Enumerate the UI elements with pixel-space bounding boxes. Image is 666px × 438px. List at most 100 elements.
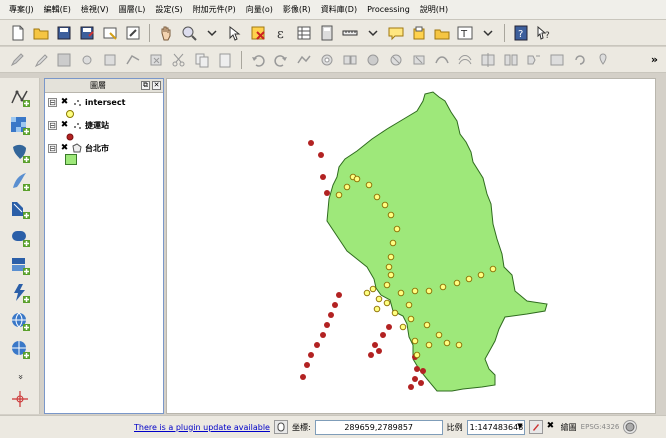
add-raster-layer-button[interactable] — [8, 114, 32, 136]
delete-selected-button[interactable] — [146, 50, 166, 70]
menu-view[interactable]: 檢視(V) — [76, 0, 114, 20]
delete-ring-button[interactable] — [386, 50, 406, 70]
map-canvas[interactable] — [166, 78, 656, 414]
intersect-point[interactable] — [335, 191, 343, 199]
layer-expander[interactable]: ⊟ — [48, 97, 57, 107]
intersect-point[interactable] — [343, 183, 351, 191]
layer-visibility-checkbox[interactable]: ✖ — [60, 97, 69, 107]
intersect-point[interactable] — [365, 181, 373, 189]
mrt-station-point[interactable] — [420, 368, 426, 374]
mrt-station-point[interactable] — [324, 322, 330, 328]
menu-database[interactable]: 資料庫(D) — [316, 0, 362, 20]
field-calculator-button[interactable]: ε — [271, 23, 291, 43]
split-features-button[interactable] — [478, 50, 498, 70]
intersect-point[interactable] — [363, 289, 371, 297]
mrt-station-point[interactable] — [386, 324, 392, 330]
add-postgis-layer-button[interactable] — [8, 142, 32, 164]
intersect-point[interactable] — [385, 263, 393, 271]
mrt-station-point[interactable] — [376, 348, 382, 354]
mrt-station-point[interactable] — [324, 190, 330, 196]
intersect-point[interactable] — [407, 315, 415, 323]
intersect-point[interactable] — [369, 285, 377, 293]
pin-labels-button[interactable] — [593, 50, 613, 70]
new-project-button[interactable] — [8, 23, 28, 43]
intersect-point[interactable] — [375, 295, 383, 303]
intersect-point[interactable] — [391, 309, 399, 317]
measure-button[interactable] — [340, 23, 360, 43]
zoom-in-button[interactable] — [179, 23, 199, 43]
intersect-point[interactable] — [373, 193, 381, 201]
layer-expander[interactable]: ⊟ — [48, 120, 57, 130]
mrt-station-point[interactable] — [412, 376, 418, 382]
taipei-city-polygon[interactable] — [326, 91, 548, 392]
mrt-station-point[interactable] — [414, 366, 420, 372]
intersect-point[interactable] — [387, 271, 395, 279]
intersect-point[interactable] — [353, 175, 361, 183]
intersect-point[interactable] — [425, 341, 433, 349]
fill-ring-button[interactable] — [363, 50, 383, 70]
add-wcs-layer-button[interactable] — [8, 282, 32, 304]
menu-layer[interactable]: 圖層(L) — [114, 0, 151, 20]
mrt-station-point[interactable] — [408, 384, 414, 390]
map-view[interactable] — [167, 79, 656, 414]
mrt-station-point[interactable] — [308, 352, 314, 358]
mrt-station-point[interactable] — [336, 292, 342, 298]
reshape-feature-button[interactable] — [432, 50, 452, 70]
menu-vector[interactable]: 向量(o) — [241, 0, 278, 20]
layer-visibility-checkbox[interactable]: ✖ — [60, 143, 69, 153]
intersect-point[interactable] — [425, 287, 433, 295]
undo-button[interactable] — [248, 50, 268, 70]
crs-status-button[interactable] — [623, 420, 638, 434]
intersect-point[interactable] — [381, 201, 389, 209]
whats-this-button[interactable]: ? — [534, 23, 554, 43]
map-tips-button[interactable] — [386, 23, 406, 43]
split-parts-button[interactable] — [501, 50, 521, 70]
mrt-station-point[interactable] — [320, 332, 326, 338]
show-bookmarks-button[interactable] — [432, 23, 452, 43]
new-print-composer-button[interactable] — [100, 23, 120, 43]
save-as-button[interactable] — [77, 23, 97, 43]
save-project-button[interactable] — [54, 23, 74, 43]
mrt-station-point[interactable] — [308, 140, 314, 146]
intersect-point[interactable] — [387, 253, 395, 261]
composer-manager-button[interactable] — [123, 23, 143, 43]
layer-expander[interactable]: ⊟ — [48, 143, 57, 153]
intersect-point[interactable] — [383, 299, 391, 307]
menu-plugins[interactable]: 附加元件(P) — [188, 0, 241, 20]
panel-float-button[interactable]: ⧉ — [141, 81, 150, 90]
add-spatialite-layer-button[interactable] — [8, 170, 32, 192]
panel-close-button[interactable]: ✕ — [152, 81, 161, 90]
mrt-station-point[interactable] — [372, 342, 378, 348]
add-wfs-layer-button[interactable] — [8, 310, 32, 332]
mrt-station-point[interactable] — [300, 374, 306, 380]
redo-button[interactable] — [271, 50, 291, 70]
zoom-dropdown-button[interactable] — [202, 23, 222, 43]
intersect-point[interactable] — [477, 271, 485, 279]
crs-label[interactable]: EPSG:4326 — [581, 423, 620, 431]
mrt-station-point[interactable] — [332, 302, 338, 308]
mrt-station-point[interactable] — [328, 312, 334, 318]
mrt-station-point[interactable] — [368, 352, 374, 358]
menu-edit[interactable]: 編輯(E) — [39, 0, 76, 20]
merge-attributes-button[interactable] — [547, 50, 567, 70]
plugin-update-link[interactable]: There is a plugin update available — [134, 423, 270, 432]
stop-render-button[interactable] — [528, 420, 543, 434]
select-feature-button[interactable] — [225, 23, 245, 43]
intersect-point[interactable] — [465, 275, 473, 283]
pan-button[interactable] — [156, 23, 176, 43]
mrt-station-point[interactable] — [304, 362, 310, 368]
toggle-editing-button[interactable] — [31, 50, 51, 70]
intersect-point[interactable] — [453, 279, 461, 287]
cut-features-button[interactable] — [169, 50, 189, 70]
add-ring-button[interactable] — [317, 50, 337, 70]
render-checkbox[interactable]: ✖ — [547, 422, 557, 432]
new-bookmark-button[interactable] — [409, 23, 429, 43]
mrt-station-point[interactable] — [320, 174, 326, 180]
intersect-point[interactable] — [455, 341, 463, 349]
add-wms-layer-button[interactable] — [8, 254, 32, 276]
intersect-point[interactable] — [399, 323, 407, 331]
measure-dropdown-button[interactable] — [363, 23, 383, 43]
intersect-point[interactable] — [413, 351, 421, 359]
intersect-point[interactable] — [389, 239, 397, 247]
intersect-point[interactable] — [383, 281, 391, 289]
